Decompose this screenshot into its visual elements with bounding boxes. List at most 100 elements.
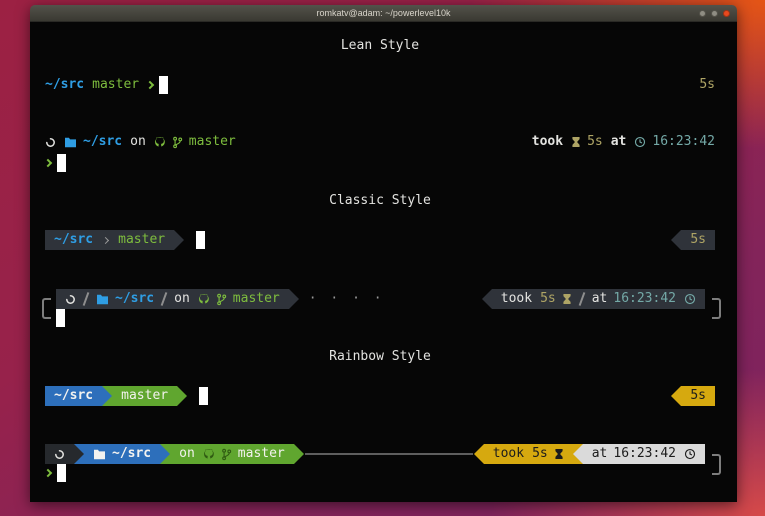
classic-right-segment: took 5s at 16:23:42 [492,289,705,309]
took-label: took [493,444,524,464]
took-label: took [501,289,532,309]
classic-left-segment: ~/src on master [56,289,289,309]
dir-path: ~/src [115,289,154,309]
powerline-arrow-icon [160,444,170,464]
git-branch: master [121,386,168,406]
dir-path: ~/src [54,386,93,406]
powerline-arrow-icon [174,230,184,250]
powerline-arrow-icon [474,444,484,464]
clock-icon [684,293,696,305]
git-branch-icon [216,293,227,306]
text-cursor [56,309,65,327]
right-status: took 5s at 16:23:42 [482,289,705,309]
git-segment: master [112,386,177,406]
time-value: 16:23:42 [652,132,715,152]
terminal-screen[interactable]: Lean Style ~/src master 5s ~/src on [30,22,737,502]
git-branch-icon [172,136,183,149]
desktop-wallpaper: romkatv@adam: ~/powerlevel10k Lean Style… [0,0,765,516]
duration-segment: took 5s [484,444,573,464]
hourglass-icon [571,136,581,148]
dir-segment: ~/src [84,444,160,464]
lean-prompt-oneline: ~/src master 5s [45,75,715,95]
clock-icon [634,136,646,148]
prompt-frame-left [42,298,51,319]
duration-badge: 5s [699,75,715,95]
hourglass-icon [554,448,564,460]
close-button[interactable] [723,10,730,17]
git-branch: master [189,132,236,152]
github-icon [203,448,215,460]
on-label: on [130,132,146,152]
gap-filler-dots: · · · · [309,289,385,309]
git-branch-icon [221,448,232,461]
os-swirl-icon [54,449,65,460]
duration-badge: 5s [671,230,715,250]
powerline-arrow-icon [294,444,304,464]
hourglass-icon [562,293,572,305]
dir-path: ~/src [112,444,151,464]
dir-segment: ~/src [45,386,102,406]
git-segment: on master [170,444,294,464]
powerline-arrow-icon [482,289,492,309]
rainbow-prompt-oneline: ~/src master 5s [45,386,715,406]
prompt-chevron-icon [146,81,154,89]
prompt-chevron-icon [44,159,52,167]
time-value: 16:23:42 [613,444,676,464]
folder-icon [96,294,109,305]
text-cursor [57,464,66,482]
text-cursor [196,231,205,249]
dir-path: ~/src [54,230,93,250]
segment-separator-icon [578,292,585,306]
at-label: at [592,444,608,464]
lean-prompt-twoline-line1: ~/src on master took 5s at [45,132,715,152]
classic-left-segment: ~/src master [45,230,174,250]
took-label: took [532,132,563,152]
window-controls [699,10,730,17]
git-branch: master [92,75,139,95]
os-swirl-icon [65,294,76,305]
github-icon [154,136,166,148]
powerline-arrow-icon [671,386,681,406]
powerline-arrow-icon [289,289,299,309]
git-branch: master [233,289,280,309]
segment-separator-icon [102,236,109,243]
git-branch: master [238,444,285,464]
powerline-arrow-icon [177,386,187,406]
prompt-chevron-icon [44,469,52,477]
duration-badge: 5s [671,386,715,406]
os-segment [45,444,74,464]
powerline-arrow-icon [671,230,681,250]
clock-icon [684,448,696,460]
powerline-arrow-icon [74,444,84,464]
powerline-arrow-icon [102,386,112,406]
classic-prompt-twoline-line1: ~/src on master · · · · took [56,289,705,309]
terminal-window: romkatv@adam: ~/powerlevel10k Lean Style… [30,5,737,502]
classic-prompt-oneline: ~/src master 5s [45,230,715,250]
at-label: at [611,132,627,152]
dir-path: ~/src [83,132,122,152]
text-cursor [159,76,168,94]
section-heading-classic: Classic Style [45,191,715,211]
gap-filler-line [305,453,473,455]
duration-value: 5s [587,132,603,152]
duration-value: 5s [540,289,556,309]
time-value: 16:23:42 [613,289,676,309]
rainbow-prompt-twoline-line1: ~/src on master took [45,444,705,464]
duration-value: 5s [532,444,548,464]
folder-icon [93,449,106,460]
right-status: took 5s at 16:23:42 [532,132,715,152]
git-branch: master [118,230,165,250]
lean-prompt-twoline-line2 [45,153,715,173]
text-cursor [57,154,66,172]
on-label: on [174,289,190,309]
on-label: on [179,444,195,464]
section-heading-lean: Lean Style [45,36,715,56]
maximize-button[interactable] [711,10,718,17]
folder-icon [64,137,77,148]
titlebar[interactable]: romkatv@adam: ~/powerlevel10k [30,5,737,22]
os-swirl-icon [45,137,56,148]
minimize-button[interactable] [699,10,706,17]
segment-separator-icon [161,292,168,306]
section-heading-rainbow: Rainbow Style [45,347,715,367]
text-cursor [199,387,208,405]
